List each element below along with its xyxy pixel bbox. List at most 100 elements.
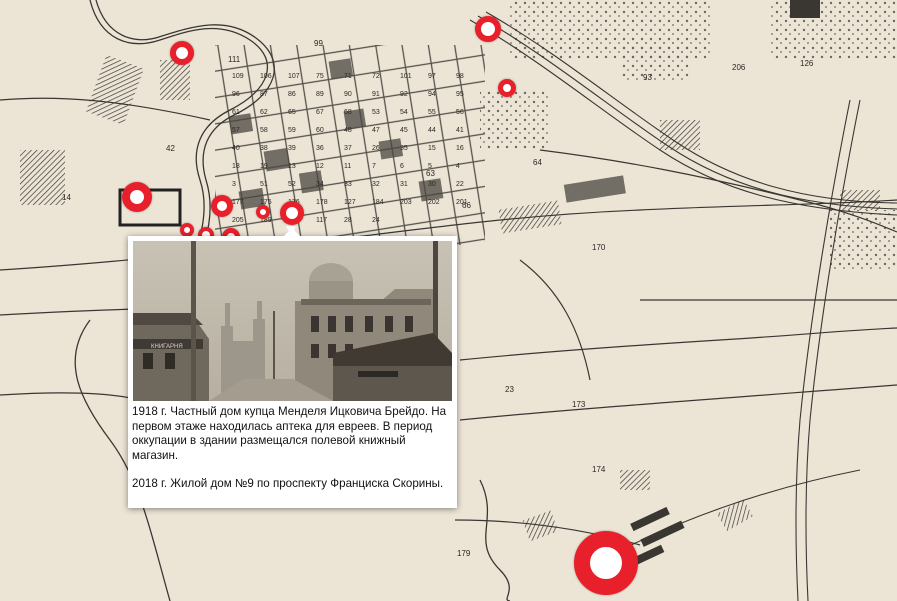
block-label: 93 — [643, 73, 652, 82]
block-label: 55 — [428, 109, 436, 116]
popup-caption: 1918 г. Частный дом купца Менделя Ицкови… — [132, 405, 454, 506]
block-label: 184 — [372, 199, 384, 206]
map-marker[interactable] — [122, 182, 152, 212]
map-marker-large[interactable] — [574, 531, 638, 595]
block-label: 71 — [344, 73, 352, 80]
block-label: 26 — [372, 145, 380, 152]
block-label: 39 — [288, 145, 296, 152]
block-label: 173 — [572, 400, 586, 409]
block-label: 15 — [428, 145, 436, 152]
block-label: 62 — [260, 109, 268, 116]
block-label: 41 — [456, 127, 464, 134]
block-label: 127 — [344, 199, 356, 206]
block-label: 51 — [260, 181, 268, 188]
block-label: 174 — [592, 465, 606, 474]
block-label: 94 — [428, 91, 436, 98]
block-label: 63 — [426, 169, 435, 178]
block-label: 28 — [344, 217, 352, 224]
block-label: 22 — [456, 181, 464, 188]
block-label: 206 — [732, 63, 746, 72]
block-label: 202 — [428, 199, 440, 206]
block-label: 57 — [232, 127, 240, 134]
block-label: 65 — [288, 109, 296, 116]
block-label: 97 — [428, 73, 436, 80]
block-label: 36 — [316, 145, 324, 152]
block-label: 178 — [316, 199, 328, 206]
block-label: 52 — [288, 181, 296, 188]
block-label: 72 — [372, 73, 380, 80]
block-label: 6 — [400, 163, 404, 170]
map-marker[interactable] — [180, 223, 194, 237]
block-label: 31 — [400, 181, 408, 188]
block-label: 59 — [288, 127, 296, 134]
block-label: 4 — [456, 163, 460, 170]
block-label: 89 — [316, 91, 324, 98]
block-label: 32 — [372, 181, 380, 188]
map-marker[interactable] — [475, 16, 501, 42]
block-label: 98 — [456, 73, 464, 80]
block-label: 33 — [344, 181, 352, 188]
map-marker[interactable] — [498, 79, 516, 97]
block-label: 12 — [316, 163, 324, 170]
block-label: 23 — [505, 385, 514, 394]
map-marker-selected[interactable] — [280, 201, 304, 225]
block-label: 111 — [228, 55, 241, 64]
block-label: 95 — [456, 91, 464, 98]
block-label: 179 — [457, 549, 471, 558]
block-label: 58 — [260, 127, 268, 134]
block-label: 99 — [314, 39, 323, 48]
caption-2018: 2018 г. Жилой дом №9 по проспекту Франци… — [132, 477, 444, 490]
block-label: 30 — [428, 181, 436, 188]
block-label: 45 — [400, 127, 408, 134]
block-label: 54 — [400, 109, 408, 116]
block-label: 35 — [400, 145, 408, 152]
block-label: 40 — [232, 145, 240, 152]
block-label: 47 — [372, 127, 380, 134]
map-marker[interactable] — [170, 41, 194, 65]
block-label: 92 — [400, 91, 408, 98]
block-label: 90 — [344, 91, 352, 98]
block-label: 205 — [232, 217, 244, 224]
map-marker[interactable] — [211, 195, 233, 217]
block-label: 48 — [344, 127, 352, 134]
block-label: 19 — [260, 163, 268, 170]
block-label: 91 — [372, 91, 380, 98]
block-label: 42 — [166, 144, 175, 153]
block-label: 44 — [428, 127, 436, 134]
block-label: 177 — [232, 199, 244, 206]
block-label: 86 — [288, 91, 296, 98]
block-label: 14 — [62, 193, 71, 202]
block-label: 24 — [372, 217, 380, 224]
block-label: 203 — [400, 199, 412, 206]
block-label: 126 — [800, 59, 814, 68]
block-label: 68 — [344, 109, 352, 116]
archival-photo: КНИГАРНЯ — [133, 241, 452, 401]
block-label: 170 — [592, 243, 606, 252]
block-label: 201 — [456, 199, 468, 206]
block-label: 34 — [316, 181, 324, 188]
block-label: 64 — [533, 158, 542, 167]
block-label: 56 — [456, 109, 464, 116]
block-label: 106 — [260, 73, 272, 80]
block-label: 101 — [400, 73, 412, 80]
block-label: 60 — [316, 127, 324, 134]
block-label: 87 — [260, 91, 268, 98]
block-label: 11 — [344, 163, 351, 170]
block-label: 7 — [372, 163, 376, 170]
block-label: 67 — [316, 109, 324, 116]
block-label: 107 — [288, 73, 300, 80]
block-label: 38 — [260, 145, 268, 152]
photo-sign: КНИГАРНЯ — [151, 344, 183, 350]
block-label: 61 — [232, 109, 240, 116]
block-label: 3 — [232, 181, 236, 188]
block-label: 96 — [232, 91, 240, 98]
block-label: 109 — [232, 73, 244, 80]
block-label: 75 — [316, 73, 324, 80]
block-label: 117 — [316, 217, 327, 224]
info-popup: КНИГАРНЯ 1918 г. Частный дом купца Менде… — [128, 228, 457, 508]
block-label: 37 — [344, 145, 352, 152]
block-label: 16 — [456, 145, 464, 152]
block-label: 53 — [372, 109, 380, 116]
caption-1918: 1918 г. Частный дом купца Менделя Ицкови… — [132, 405, 447, 462]
map-marker[interactable] — [256, 205, 270, 219]
